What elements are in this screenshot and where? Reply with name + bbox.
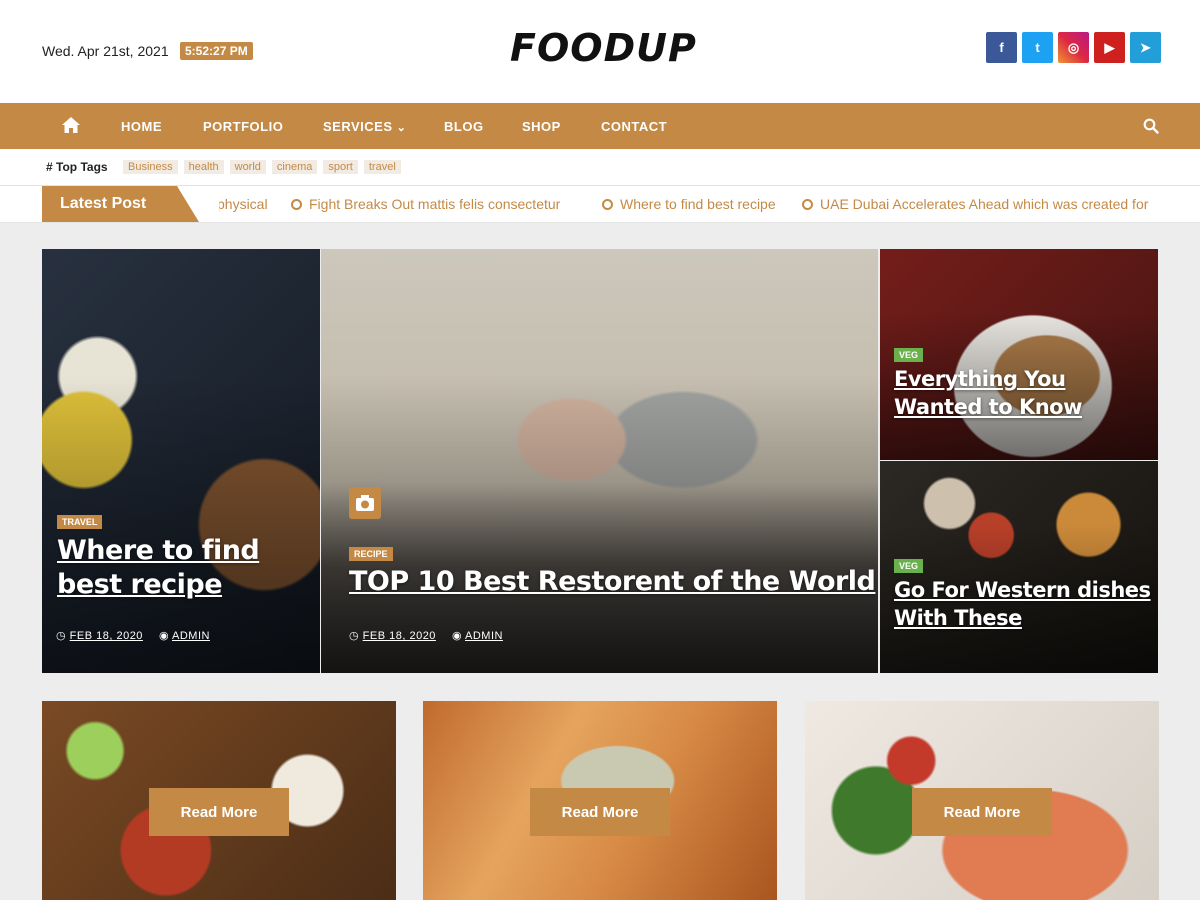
- nav-contact[interactable]: CONTACT: [601, 119, 667, 134]
- post-meta: ◷ FEB 18, 2020 ◉ ADMIN: [56, 629, 210, 642]
- hero-card-right-top[interactable]: VEG Everything You Wanted to Know: [880, 249, 1158, 460]
- ticker-item-text: UAE Dubai Accelerates Ahead which was cr…: [820, 196, 1149, 212]
- category-badge[interactable]: VEG: [894, 559, 924, 573]
- search-icon[interactable]: [1143, 118, 1159, 134]
- read-more-button[interactable]: Read More: [530, 788, 670, 836]
- post-title-line: best recipe: [57, 569, 223, 600]
- latest-post-ticker: Latest Post physical Fight Breaks Out ma…: [0, 186, 1200, 223]
- category-badge[interactable]: RECIPE: [349, 547, 393, 561]
- nav-services[interactable]: SERVICES ⌄: [323, 119, 406, 134]
- post-title-line: Where to find: [57, 535, 260, 566]
- nav-services-label: SERVICES: [323, 119, 393, 134]
- post-date[interactable]: ◷ FEB 18, 2020: [56, 629, 143, 642]
- post-card-2[interactable]: Read More: [423, 701, 777, 900]
- current-date: Wed. Apr 21st, 2021: [42, 43, 169, 59]
- nav-portfolio[interactable]: PORTFOLIO: [203, 119, 283, 134]
- post-author-text: ADMIN: [465, 630, 503, 642]
- hero-card-center[interactable]: RECIPE TOP 10 Best Restorent of the Worl…: [321, 249, 878, 673]
- hero-card-right-bottom[interactable]: VEG Go For Western dishes With These: [880, 461, 1158, 673]
- facebook-icon[interactable]: f: [986, 32, 1017, 63]
- ticker-item-text: Where to find best recipe: [620, 196, 776, 212]
- hashtag-icon: #: [46, 160, 53, 174]
- post-title-line: Everything You: [894, 367, 1066, 391]
- circle-arrow-icon: [602, 199, 613, 210]
- tag-health[interactable]: health: [183, 160, 224, 174]
- clock-icon: ◷: [56, 630, 70, 642]
- home-icon[interactable]: [61, 115, 81, 135]
- ticker-track: physical Fight Breaks Out mattis felis c…: [219, 186, 1160, 222]
- post-card-1[interactable]: Read More: [42, 701, 396, 900]
- post-author-text: ADMIN: [172, 630, 210, 642]
- tag-sport[interactable]: sport: [323, 160, 358, 174]
- post-card-3[interactable]: Read More: [805, 701, 1159, 900]
- read-more-button[interactable]: Read More: [912, 788, 1052, 836]
- image-overlay: [321, 249, 878, 673]
- post-title[interactable]: TOP 10 Best Restorent of the World: [349, 565, 876, 599]
- read-more-button[interactable]: Read More: [149, 788, 289, 836]
- post-author[interactable]: ◉ ADMIN: [159, 629, 210, 642]
- nav-home[interactable]: HOME: [121, 119, 162, 134]
- youtube-icon[interactable]: ▶: [1094, 32, 1125, 63]
- post-author[interactable]: ◉ ADMIN: [452, 629, 503, 642]
- tag-cinema[interactable]: cinema: [271, 160, 318, 174]
- hero-card-left[interactable]: TRAVEL Where to find best recipe ◷ FEB 1…: [42, 249, 320, 673]
- image-overlay: [42, 249, 320, 673]
- chevron-down-icon: ⌄: [396, 122, 407, 134]
- clock-icon: ◷: [349, 630, 363, 642]
- twitter-icon[interactable]: t: [1022, 32, 1053, 63]
- tag-list: Business health world cinema sport trave…: [123, 160, 401, 174]
- post-date-text: FEB 18, 2020: [69, 630, 143, 642]
- ticker-item-text: physical: [219, 196, 268, 212]
- top-tags-label: Top Tags: [56, 160, 108, 174]
- user-icon: ◉: [451, 630, 465, 642]
- category-badge[interactable]: VEG: [894, 348, 924, 362]
- nav-shop[interactable]: SHOP: [522, 119, 561, 134]
- nav-blog[interactable]: BLOG: [444, 119, 484, 134]
- instagram-icon[interactable]: ◎: [1058, 32, 1089, 63]
- current-time: 5:52:27 PM: [180, 42, 253, 60]
- social-links: f t ◎ ▶ ➤: [986, 32, 1161, 63]
- site-header: Wed. Apr 21st, 2021 5:52:27 PM FOODUP f …: [0, 0, 1200, 103]
- circle-arrow-icon: [802, 199, 813, 210]
- post-title-line: With These: [894, 606, 1022, 630]
- tag-travel[interactable]: travel: [363, 160, 401, 174]
- user-icon: ◉: [158, 630, 172, 642]
- top-tags-heading: # Top Tags: [46, 160, 108, 174]
- site-logo[interactable]: FOODUP: [510, 26, 696, 70]
- post-title-line: Wanted to Know: [894, 395, 1083, 419]
- top-tags-bar: # Top Tags Business health world cinema …: [0, 149, 1200, 186]
- post-date[interactable]: ◷ FEB 18, 2020: [349, 629, 436, 642]
- post-title-line: Go For Western dishes: [894, 578, 1151, 602]
- latest-post-label: Latest Post: [42, 186, 199, 222]
- tag-business[interactable]: Business: [123, 160, 178, 174]
- post-title[interactable]: Where to find best recipe: [57, 534, 260, 602]
- post-meta: ◷ FEB 18, 2020 ◉ ADMIN: [349, 629, 503, 642]
- post-title[interactable]: Everything You Wanted to Know: [894, 365, 1083, 421]
- tag-world[interactable]: world: [229, 160, 266, 174]
- post-date-text: FEB 18, 2020: [362, 630, 436, 642]
- post-title[interactable]: Go For Western dishes With These: [894, 576, 1151, 632]
- circle-arrow-icon: [291, 199, 302, 210]
- ticker-item[interactable]: UAE Dubai Accelerates Ahead which was cr…: [802, 196, 1148, 212]
- category-badge[interactable]: TRAVEL: [57, 515, 103, 529]
- ticker-item-text: Fight Breaks Out mattis felis consectetu…: [309, 196, 561, 212]
- ticker-item[interactable]: Fight Breaks Out mattis felis consectetu…: [291, 196, 560, 212]
- telegram-icon[interactable]: ➤: [1130, 32, 1161, 63]
- main-navigation: HOME PORTFOLIO SERVICES ⌄ BLOG SHOP CONT…: [0, 103, 1200, 149]
- ticker-item[interactable]: physical: [219, 196, 268, 212]
- camera-icon: [349, 487, 381, 519]
- ticker-item[interactable]: Where to find best recipe: [602, 196, 776, 212]
